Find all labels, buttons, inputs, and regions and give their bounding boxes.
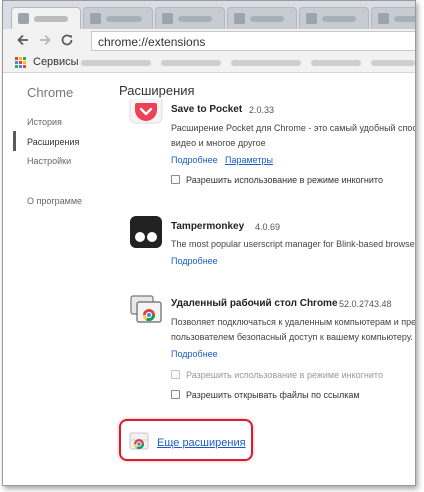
tab-strip — [3, 1, 415, 29]
incognito-label: Разрешить использование в режиме инкогни… — [186, 370, 383, 380]
pocket-icon — [129, 90, 163, 133]
tab-title-blurred — [34, 16, 68, 22]
tab-blurred[interactable] — [227, 7, 297, 29]
bookmarks-bar: Сервисы — [3, 53, 415, 73]
tab-blurred[interactable] — [83, 7, 153, 29]
reload-icon[interactable] — [59, 33, 75, 49]
tab-blurred[interactable] — [155, 7, 225, 29]
page-title: Расширения — [119, 83, 195, 98]
extension-description: видео и многое другое — [171, 138, 266, 148]
tab-blurred[interactable] — [11, 7, 81, 29]
tab-favicon-icon — [306, 13, 317, 24]
extension-description: Расширение Pocket для Chrome - это самый… — [171, 123, 416, 133]
apps-bookmark[interactable]: Сервисы — [33, 56, 79, 68]
sidebar-item-history[interactable]: История — [27, 117, 62, 127]
tab-blurred[interactable] — [299, 7, 369, 29]
tab-title-blurred — [178, 16, 212, 22]
extension-version: 52.0.2743.48 — [339, 299, 392, 309]
bookmark-blurred[interactable] — [311, 60, 361, 66]
file-urls-label: Разрешить открывать файлы по ссылкам — [186, 390, 360, 400]
tab-favicon-icon — [162, 13, 173, 24]
back-arrow-icon[interactable] — [15, 33, 31, 49]
tab-favicon-icon — [90, 13, 101, 24]
bookmark-blurred[interactable] — [371, 60, 415, 66]
incognito-checkbox-row[interactable]: Разрешить использование в режиме инкогни… — [171, 175, 383, 185]
bookmark-blurred[interactable] — [81, 60, 151, 66]
sidebar-item-about[interactable]: О программе — [27, 196, 82, 206]
extension-version: 2.0.33 — [249, 105, 275, 115]
extension-version: 4.0.69 — [255, 222, 281, 232]
apps-grid-icon[interactable] — [15, 57, 27, 69]
file-urls-checkbox-row[interactable]: Разрешить открывать файлы по ссылкам — [171, 390, 360, 400]
address-bar[interactable]: chrome://extensions — [91, 31, 415, 51]
sidebar-title: Chrome — [27, 85, 74, 100]
toolbar: chrome://extensions — [3, 29, 415, 53]
tab-favicon-icon — [234, 13, 245, 24]
tab-title-blurred — [322, 16, 356, 22]
extension-description: The most popular userscript manager for … — [171, 239, 416, 249]
tab-title-blurred — [250, 16, 284, 22]
details-link[interactable]: Подробнее — [171, 155, 218, 165]
tab-favicon-icon — [18, 13, 29, 24]
sidebar-item-extensions[interactable]: Расширения — [27, 137, 79, 147]
bookmark-blurred[interactable] — [231, 60, 301, 66]
address-url: chrome://extensions — [98, 35, 206, 49]
details-link[interactable]: Подробнее — [171, 256, 218, 266]
sidebar-item-settings[interactable]: Настройки — [27, 156, 71, 166]
browser-window: chrome://extensions Сервисы Chrome Истор… — [2, 0, 416, 486]
tab-title-blurred — [106, 16, 142, 22]
incognito-label: Разрешить использование в режиме инкогни… — [186, 175, 383, 185]
incognito-checkbox[interactable] — [171, 370, 180, 379]
webstore-icon[interactable] — [129, 431, 149, 451]
extension-name: Удаленный рабочий стол Chrome — [171, 298, 338, 309]
sidebar-active-marker — [13, 131, 16, 151]
extension-description: Позволяет подключаться к удаленным компь… — [171, 317, 416, 327]
incognito-checkbox[interactable] — [171, 175, 180, 184]
details-link[interactable]: Подробнее — [171, 349, 218, 359]
tampermonkey-icon — [129, 215, 163, 249]
incognito-checkbox-row[interactable]: Разрешить использование в режиме инкогни… — [171, 370, 383, 380]
options-link[interactable]: Параметры — [225, 155, 273, 165]
bookmark-blurred[interactable] — [161, 60, 221, 66]
extension-name: Save to Pocket — [171, 104, 243, 115]
remote-desktop-icon — [129, 293, 163, 327]
more-extensions-link[interactable]: Еще расширения — [157, 437, 246, 449]
tab-favicon-icon — [378, 13, 389, 24]
tab-blurred[interactable] — [371, 7, 415, 29]
file-urls-checkbox[interactable] — [171, 390, 180, 399]
extension-description: пользователем безопасный доступ к вашему… — [171, 332, 413, 342]
tab-title-blurred — [394, 16, 415, 22]
extension-name: Tampermonkey — [171, 221, 245, 232]
forward-arrow-icon[interactable] — [37, 33, 53, 49]
